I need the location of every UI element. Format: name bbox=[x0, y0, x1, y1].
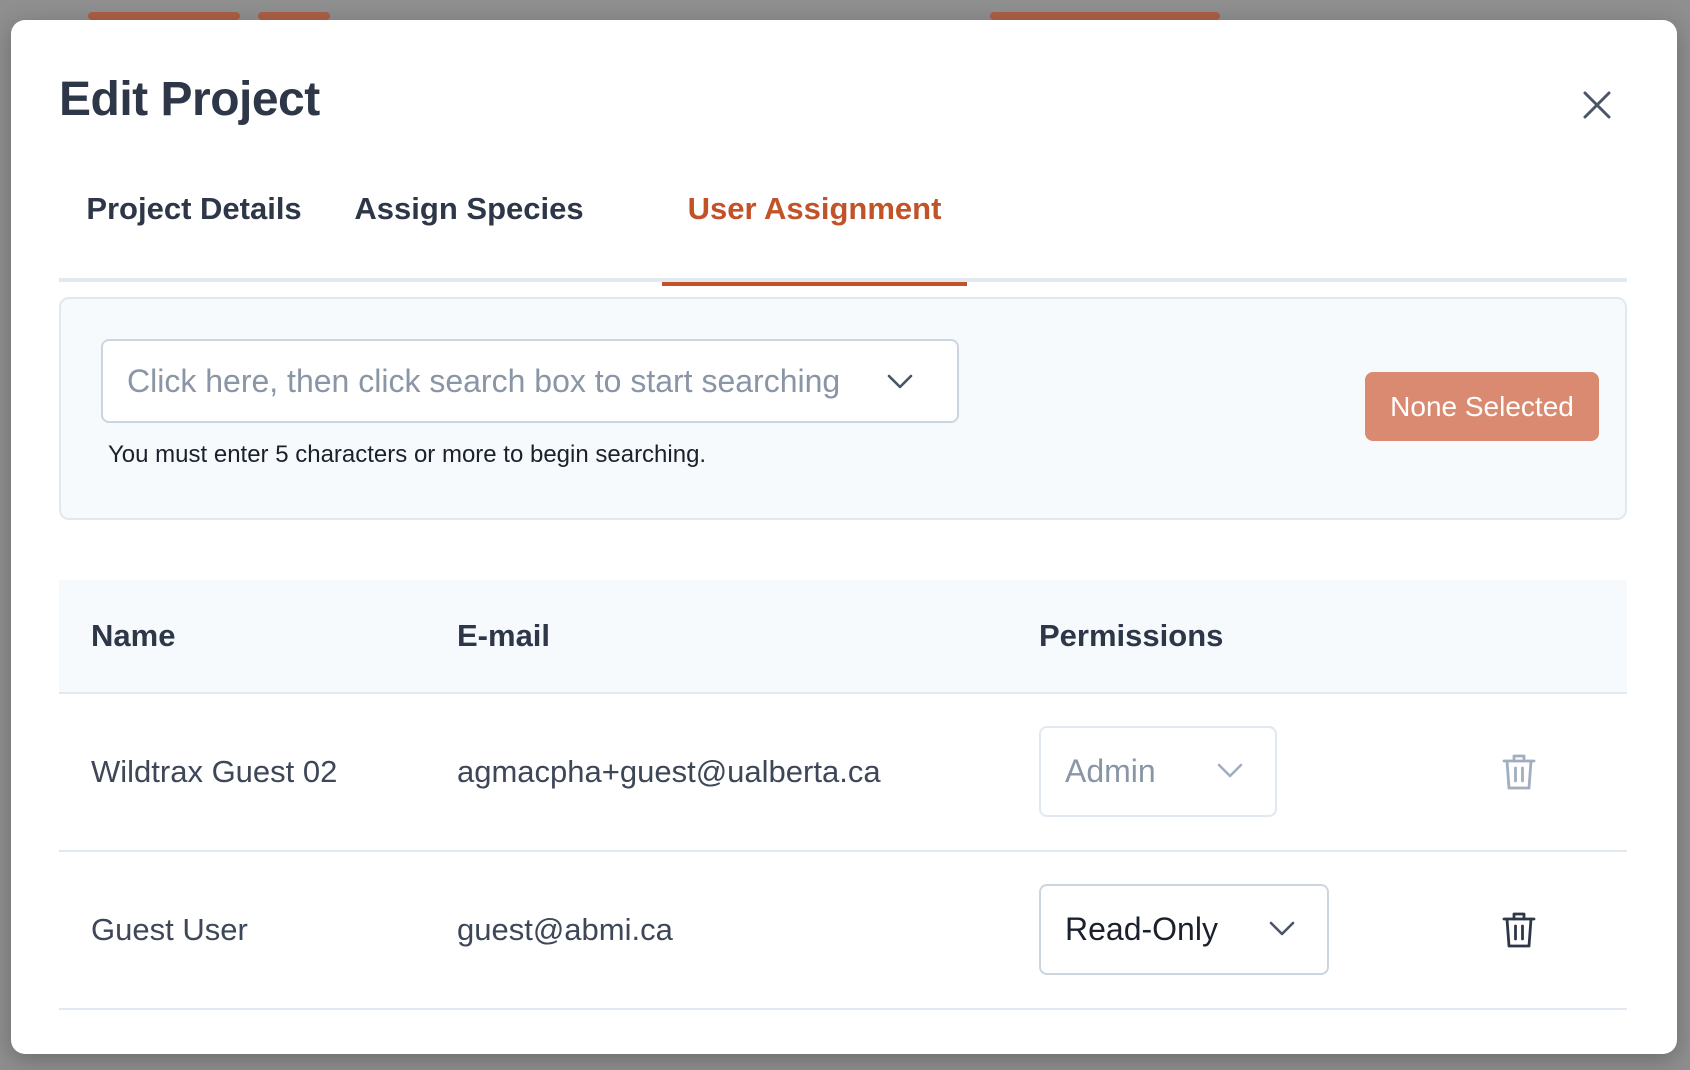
user-name: Guest User bbox=[91, 912, 248, 947]
dialog-title: Edit Project bbox=[59, 73, 320, 126]
column-header-email: E-mail bbox=[457, 618, 551, 653]
trash-icon bbox=[1502, 754, 1536, 790]
close-icon bbox=[1583, 91, 1611, 119]
tab-assign-species[interactable]: Assign Species bbox=[329, 166, 609, 282]
close-button[interactable] bbox=[1572, 80, 1622, 130]
user-email: guest@abmi.ca bbox=[457, 912, 673, 947]
user-email: agmacpha+guest@ualberta.ca bbox=[457, 754, 881, 789]
tab-user-assignment[interactable]: User Assignment bbox=[662, 166, 967, 286]
delete-user-button[interactable] bbox=[1499, 910, 1539, 950]
table-row: Guest User guest@abmi.ca Read-Only bbox=[59, 852, 1627, 1010]
user-table: Name E-mail Permissions Wildtrax Guest 0… bbox=[59, 580, 1627, 1010]
tab-bar: Project Details Assign Species User Assi… bbox=[59, 166, 1627, 286]
column-header-name: Name bbox=[91, 618, 176, 653]
backdrop-element bbox=[88, 12, 240, 20]
backdrop-element bbox=[990, 12, 1220, 20]
table-row: Wildtrax Guest 02 agmacpha+guest@ualbert… bbox=[59, 694, 1627, 852]
backdrop-element bbox=[258, 12, 330, 20]
permission-value: Admin bbox=[1065, 753, 1156, 789]
permission-select[interactable]: Admin bbox=[1039, 726, 1277, 817]
user-search-select[interactable]: Click here, then click search box to sta… bbox=[101, 339, 959, 423]
trash-icon bbox=[1502, 912, 1536, 948]
permission-value: Read-Only bbox=[1065, 911, 1218, 947]
user-search-panel: Click here, then click search box to sta… bbox=[59, 297, 1627, 520]
user-search-placeholder: Click here, then click search box to sta… bbox=[127, 363, 841, 399]
permission-select[interactable]: Read-Only bbox=[1039, 884, 1329, 975]
chevron-down-icon bbox=[1214, 755, 1246, 787]
none-selected-button[interactable]: None Selected bbox=[1365, 372, 1599, 441]
column-header-permissions: Permissions bbox=[1039, 618, 1224, 653]
edit-project-dialog: Edit Project Project Details Assign Spec… bbox=[11, 20, 1677, 1054]
delete-user-button[interactable] bbox=[1499, 752, 1539, 792]
search-helper-text: You must enter 5 characters or more to b… bbox=[108, 441, 707, 468]
tab-project-details[interactable]: Project Details bbox=[59, 166, 329, 282]
chevron-down-icon bbox=[1266, 913, 1298, 945]
chevron-down-icon bbox=[883, 365, 917, 399]
user-name: Wildtrax Guest 02 bbox=[91, 754, 338, 789]
table-header: Name E-mail Permissions bbox=[59, 580, 1627, 694]
